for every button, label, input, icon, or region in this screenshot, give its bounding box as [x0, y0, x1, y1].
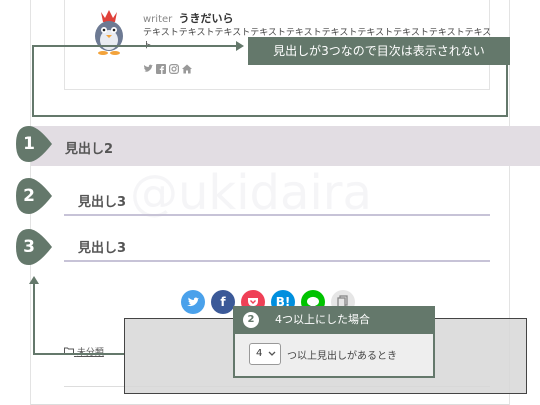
callout1-connector-left	[32, 45, 34, 117]
heading-count-value: 4	[256, 348, 263, 359]
home-icon[interactable]	[182, 64, 192, 74]
heading-count-label: つ以上見出しがあるとき	[287, 351, 397, 362]
chevron-down-icon	[268, 344, 276, 372]
callout1-connector-right	[506, 65, 508, 117]
callout2-title: 4つ以上にした場合	[275, 313, 370, 326]
category-link[interactable]: 未分類	[64, 345, 104, 358]
author-avatar	[83, 8, 135, 64]
callout2-number: 2	[243, 312, 259, 328]
callout1-connector-top	[32, 45, 238, 47]
heading2-text: 見出し2	[65, 142, 114, 157]
callout2-arrow-icon	[29, 276, 39, 284]
share-facebook-button[interactable]: f	[211, 290, 235, 314]
callout2-label: 2 4つ以上にした場合	[233, 306, 435, 334]
badge-two: 2	[14, 176, 54, 216]
share-twitter-button[interactable]	[181, 290, 205, 314]
badge-one-number: 1	[23, 134, 35, 154]
writer-prefix: writer	[143, 14, 173, 25]
writer-name[interactable]: うきだいら	[178, 12, 233, 25]
heading-count-select[interactable]: 4	[249, 343, 281, 365]
writer-label: writer うきだいら	[143, 10, 233, 26]
badge-one: 1	[14, 124, 54, 164]
callout1-connector-bottom	[32, 115, 508, 117]
badge-three: 3	[14, 227, 54, 267]
instagram-icon[interactable]	[169, 64, 180, 75]
twitter-icon[interactable]	[143, 64, 153, 74]
badge-two-number: 2	[23, 186, 35, 206]
callout1-arrow-icon	[236, 41, 244, 51]
callout2-connector-vertical	[33, 283, 35, 355]
badge-three-number: 3	[23, 237, 35, 257]
watermark-text: @ukidaira	[130, 165, 372, 221]
heading3-second-text: 見出し3	[78, 241, 127, 256]
heading3-second: 見出し3	[64, 232, 490, 262]
heading3-first-text: 見出し3	[78, 195, 127, 210]
callout1-label: 見出しが3つなので目次は表示されない	[248, 37, 510, 65]
facebook-icon[interactable]	[156, 64, 166, 74]
callout2-settings-box: 4 つ以上見出しがあるとき	[233, 334, 435, 378]
callout2-connector-horizontal	[33, 353, 125, 355]
author-sns-links	[143, 64, 192, 75]
